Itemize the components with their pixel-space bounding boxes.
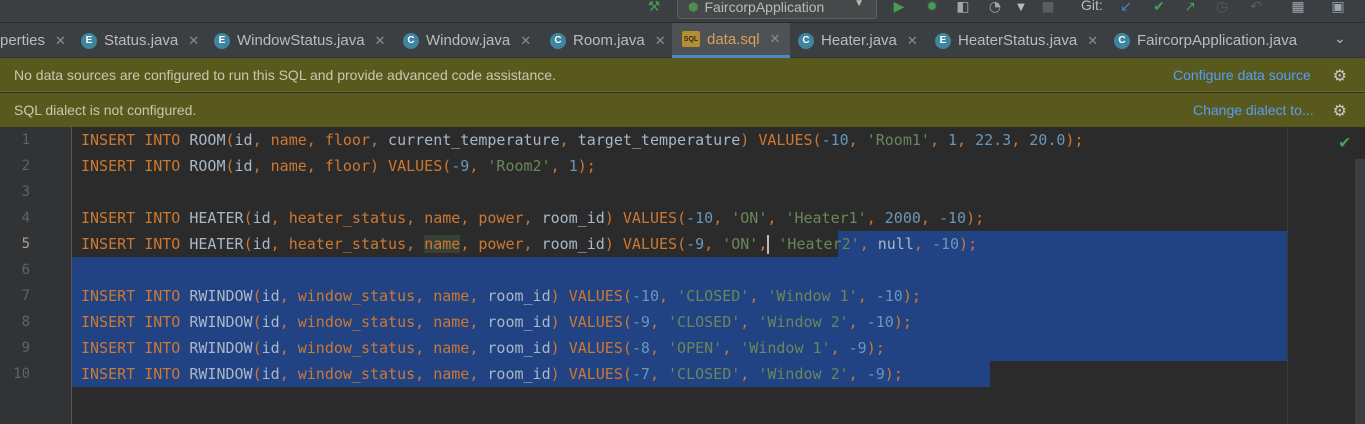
line-number-gutter: 1 2 3 4 5 6 7 8 9 10 <box>0 127 72 424</box>
dialect-banner: SQL dialect is not configured. Change di… <box>0 93 1365 127</box>
line-number-current: 5 <box>21 236 30 252</box>
tab-list-chevron-icon[interactable]: ⌄ <box>1334 31 1346 47</box>
editor-tab-bar: perties ✕ E Status.java ✕ E WindowStatus… <box>0 23 1365 58</box>
dialect-message: SQL dialect is not configured. <box>14 102 197 118</box>
line-number: 7 <box>21 288 30 304</box>
close-icon[interactable]: ✕ <box>655 33 666 49</box>
editor-right-strip <box>1287 127 1365 424</box>
chevron-down-icon[interactable]: ▼ <box>1011 0 1031 16</box>
spring-boot-icon: ⬢ <box>688 0 699 14</box>
line-number: 1 <box>21 132 30 148</box>
line-number: 2 <box>21 158 30 174</box>
tab-label: Heater.java <box>821 32 897 49</box>
tab-label: HeaterStatus.java <box>958 32 1078 49</box>
terminal-icon[interactable]: ▣ <box>1328 0 1348 16</box>
vcs-push-icon[interactable]: ↗ <box>1180 0 1200 16</box>
change-dialect-link[interactable]: Change dialect to... <box>1193 102 1314 118</box>
chevron-down-icon: ▼ <box>854 0 864 9</box>
line-number: 9 <box>21 340 30 356</box>
close-icon[interactable]: ✕ <box>188 33 199 49</box>
line-number: 6 <box>21 262 30 278</box>
line-number: 4 <box>21 210 30 226</box>
coverage-icon[interactable]: ◧ <box>953 0 973 16</box>
line-number: 3 <box>21 184 30 200</box>
debug-icon[interactable]: ✹ <box>922 0 942 16</box>
tab-label: perties <box>0 32 46 49</box>
vcs-rollback-icon[interactable]: ↶ <box>1246 0 1266 16</box>
tab-room-java[interactable]: C Room.java ✕ <box>550 23 668 58</box>
run-configuration-select[interactable]: ⬢ FaircorpApplication ▼ <box>677 0 877 19</box>
tab-label: WindowStatus.java <box>237 32 365 49</box>
enum-file-icon: E <box>214 32 230 49</box>
tab-label: data.sql <box>707 30 760 48</box>
vcs-history-icon[interactable]: ◷ <box>1212 0 1232 16</box>
code-line: INSERT INTO ROOM(id, name, floor, curren… <box>81 131 1084 149</box>
tab-heaterstatus-java[interactable]: E HeaterStatus.java ✕ <box>935 23 1106 58</box>
tab-label: Window.java <box>426 32 511 49</box>
code-editor[interactable]: 1 2 3 4 5 6 7 8 9 10 INSERT INTO ROOM(id… <box>0 127 1365 424</box>
class-file-icon: C <box>1114 32 1130 49</box>
code-line: INSERT INTO RWINDOW(id, window_status, n… <box>81 313 912 331</box>
close-icon[interactable]: ✕ <box>375 33 386 49</box>
tab-faircorpapplication-java[interactable]: C FaircorpApplication.java <box>1114 23 1326 58</box>
datasource-message: No data sources are configured to run th… <box>14 66 556 83</box>
close-icon[interactable]: ✕ <box>770 31 781 47</box>
datasource-banner: No data sources are configured to run th… <box>0 58 1365 92</box>
inspection-ok-icon[interactable]: ✔ <box>1338 133 1351 152</box>
code-line: INSERT INTO RWINDOW(id, window_status, n… <box>81 287 921 305</box>
vcs-update-icon[interactable]: ↙ <box>1116 0 1136 16</box>
tab-label: Room.java <box>573 32 645 49</box>
close-icon[interactable]: ✕ <box>55 33 66 49</box>
text-caret <box>767 235 770 254</box>
tab-properties[interactable]: perties ✕ <box>0 23 73 58</box>
code-line: INSERT INTO ROOM(id, name, floor) VALUES… <box>81 157 596 175</box>
vcs-commit-icon[interactable]: ✔ <box>1149 0 1169 16</box>
run-icon[interactable]: ▶ <box>889 0 909 16</box>
gear-icon[interactable]: ⚙ <box>1333 101 1347 121</box>
gear-icon[interactable]: ⚙ <box>1333 66 1347 86</box>
code-line: INSERT INTO HEATER(id, heater_status, na… <box>81 209 985 227</box>
code-text-area[interactable]: INSERT INTO ROOM(id, name, floor, curren… <box>72 127 1287 424</box>
run-configuration-label: FaircorpApplication <box>704 0 825 15</box>
tab-data-sql[interactable]: SQL data.sql ✕ <box>672 23 790 58</box>
project-structure-icon[interactable]: ▦ <box>1288 0 1308 16</box>
close-icon[interactable]: ✕ <box>1087 33 1098 49</box>
line-number: 10 <box>13 366 30 382</box>
stop-icon[interactable]: ■ <box>1038 0 1058 16</box>
close-icon[interactable]: ✕ <box>907 33 918 49</box>
line-number: 8 <box>21 314 30 330</box>
tab-windowstatus-java[interactable]: E WindowStatus.java ✕ <box>214 23 392 58</box>
tab-label: Status.java <box>104 32 179 49</box>
code-line: INSERT INTO HEATER(id, heater_status, na… <box>81 235 978 254</box>
configure-datasource-link[interactable]: Configure data source <box>1173 67 1311 83</box>
code-line: INSERT INTO RWINDOW(id, window_status, n… <box>81 339 885 357</box>
tab-heater-java[interactable]: C Heater.java ✕ <box>798 23 924 58</box>
enum-file-icon: E <box>81 32 97 49</box>
profiler-icon[interactable]: ◔ <box>985 0 1005 16</box>
class-file-icon: C <box>403 32 419 49</box>
sql-file-icon: SQL <box>682 31 700 47</box>
code-line: INSERT INTO RWINDOW(id, window_status, n… <box>81 365 903 383</box>
enum-file-icon: E <box>935 32 951 49</box>
tab-status-java[interactable]: E Status.java ✕ <box>81 23 204 58</box>
tab-label: FaircorpApplication.java <box>1137 32 1298 49</box>
main-toolbar: ⚒ ⬢ FaircorpApplication ▼ ▶ ✹ ◧ ◔ ▼ ■ Gi… <box>0 0 1365 22</box>
class-file-icon: C <box>550 32 566 49</box>
tab-window-java[interactable]: C Window.java ✕ <box>403 23 539 58</box>
hammer-build-icon[interactable]: ⚒ <box>644 0 664 16</box>
git-label: Git: <box>1081 0 1103 13</box>
vertical-scrollbar[interactable] <box>1355 159 1365 424</box>
close-icon[interactable]: ✕ <box>520 33 531 49</box>
class-file-icon: C <box>798 32 814 49</box>
